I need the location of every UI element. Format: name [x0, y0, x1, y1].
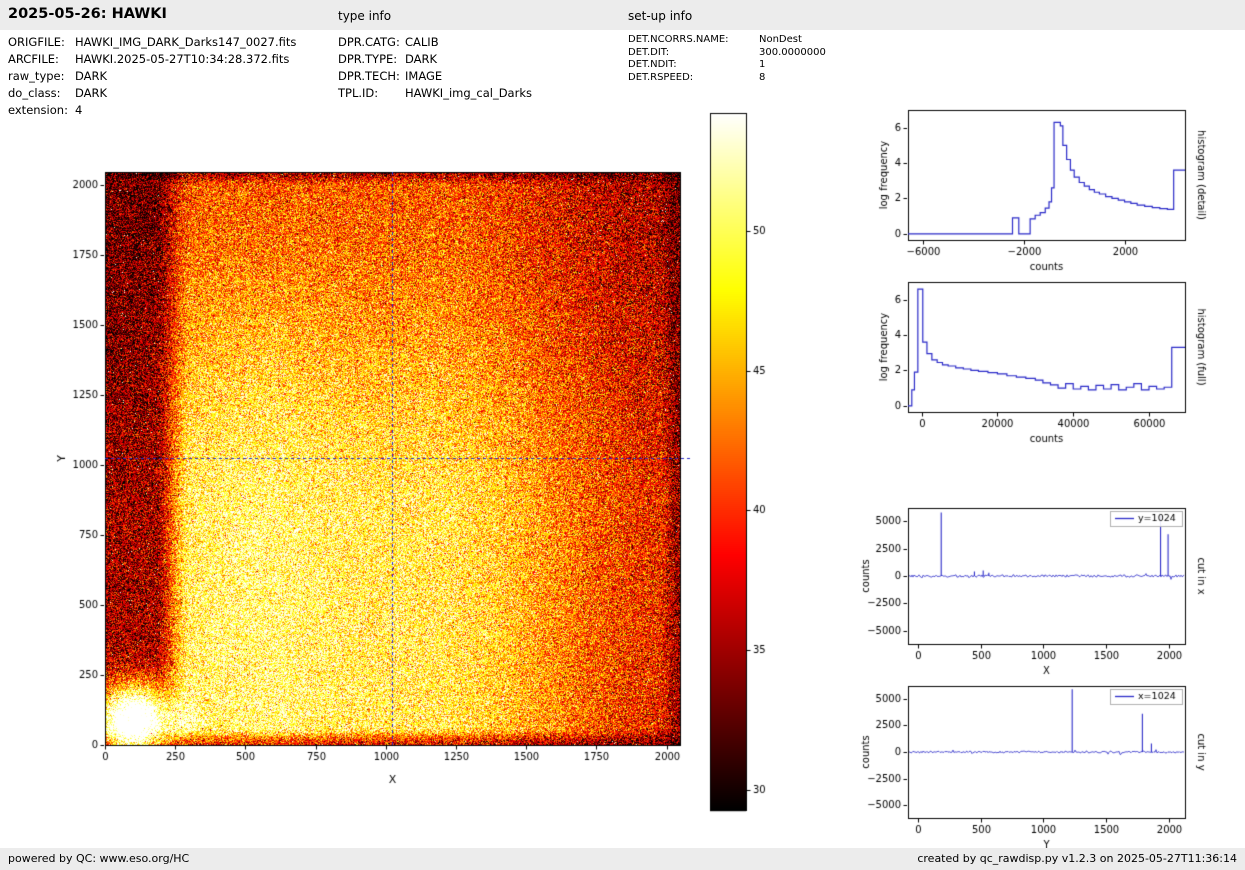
- meta-label: ORIGFILE:: [8, 35, 65, 49]
- histogram-detail-plot: [850, 95, 1245, 275]
- meta-label: DPR.CATG:: [338, 35, 400, 49]
- meta-value: HAWKI_IMG_DARK_Darks147_0027.fits: [75, 35, 297, 49]
- cut-in-x-plot: [850, 496, 1245, 678]
- meta-value: 1: [759, 59, 766, 70]
- meta-row-dpr-catg: DPR.CATG: CALIB: [338, 34, 532, 51]
- histogram-full-plot: [850, 268, 1245, 448]
- footer-bar: powered by QC: www.eso.org/HC created by…: [0, 848, 1245, 870]
- meta-row-origfile: ORIGFILE: HAWKI_IMG_DARK_Darks147_0027.fi…: [8, 34, 296, 51]
- meta-label: DET.NDIT:: [628, 59, 677, 70]
- main-image-plot: [30, 95, 700, 795]
- meta-value: CALIB: [405, 35, 439, 49]
- meta-row-ndit: DET.NDIT: 1: [628, 59, 826, 72]
- meta-row-rawtype: raw_type: DARK: [8, 68, 296, 85]
- meta-value: NonDest: [759, 34, 802, 45]
- meta-value: 8: [759, 71, 766, 83]
- meta-label: DET.RSPEED:: [628, 71, 694, 83]
- footer-credit-left: powered by QC: www.eso.org/HC: [8, 852, 190, 865]
- cut-in-y-plot: [850, 678, 1245, 848]
- setup-info-heading: set-up info: [628, 9, 693, 23]
- header-bar: 2025-05-26: HAWKI type info set-up info: [0, 0, 1245, 30]
- type-info-block: DPR.CATG: CALIB DPR.TYPE: DARK DPR.TECH: IM…: [338, 34, 532, 102]
- meta-label: ARCFILE:: [8, 52, 59, 66]
- meta-label: raw_type:: [8, 69, 65, 83]
- meta-row-arcfile: ARCFILE: HAWKI.2025-05-27T10:34:28.372.fi…: [8, 51, 296, 68]
- setup-info-block: DET.NCORRS.NAME: NonDest DET.DIT: 300.0000…: [628, 34, 826, 84]
- qc-report-page: 2025-05-26: HAWKI type info set-up info …: [0, 0, 1245, 870]
- colorbar: [700, 95, 790, 825]
- meta-row-ncorrs: DET.NCORRS.NAME: NonDest: [628, 34, 826, 47]
- meta-value: DARK: [405, 52, 438, 66]
- meta-row-rspeed: DET.RSPEED: 8: [628, 72, 826, 85]
- meta-value: DARK: [75, 69, 108, 83]
- meta-label: DPR.TECH:: [338, 69, 400, 83]
- type-info-heading: type info: [338, 9, 392, 23]
- meta-row-dpr-type: DPR.TYPE: DARK: [338, 51, 532, 68]
- meta-value: IMAGE: [405, 69, 443, 83]
- meta-label: DET.DIT:: [628, 46, 670, 58]
- meta-label: DET.NCORRS.NAME:: [628, 34, 729, 45]
- footer-credit-right: created by qc_rawdisp.py v1.2.3 on 2025-…: [917, 852, 1237, 865]
- meta-label: DPR.TYPE:: [338, 52, 398, 66]
- meta-value: HAWKI.2025-05-27T10:34:28.372.fits: [75, 52, 290, 66]
- meta-row-dpr-tech: DPR.TECH: IMAGE: [338, 68, 532, 85]
- meta-row-dit: DET.DIT: 300.0000000: [628, 47, 826, 60]
- page-title: 2025-05-26: HAWKI: [8, 6, 167, 22]
- meta-value: 300.0000000: [759, 46, 826, 58]
